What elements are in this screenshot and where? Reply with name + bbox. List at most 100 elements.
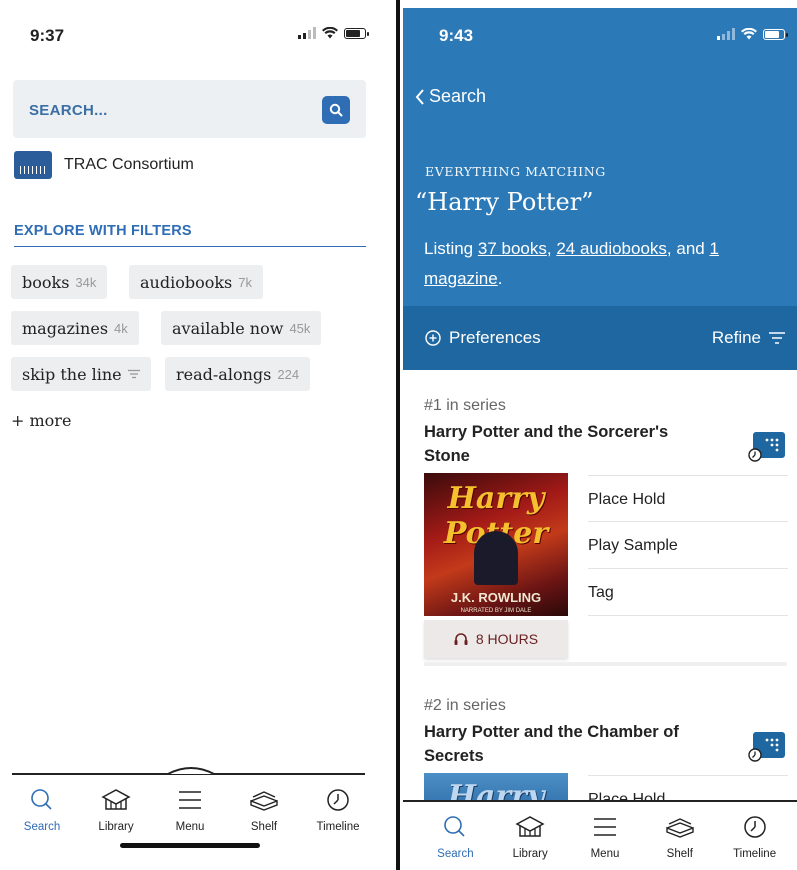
chip-count: 45k (289, 320, 311, 336)
clock-icon (327, 789, 349, 811)
preferences-label: Preferences (449, 328, 541, 347)
library-icon (515, 816, 545, 837)
status-time: 9:43 (439, 26, 474, 45)
home-indicator (120, 843, 260, 848)
tab-timeline[interactable]: Timeline (303, 775, 373, 855)
screen-divider (395, 0, 403, 870)
results-eyebrow: EVERYTHING MATCHING (425, 164, 606, 179)
tab-label: Search (23, 821, 61, 833)
filter-icon (769, 332, 785, 344)
filter-chip-magazines[interactable]: magazines 4k (11, 311, 139, 345)
shelf-icon (250, 791, 278, 811)
menu-icon (179, 791, 201, 809)
status-time: 9:37 (30, 26, 65, 45)
filter-chip-available-now[interactable]: available now 45k (161, 311, 322, 345)
search-input[interactable]: SEARCH... (13, 80, 366, 138)
tab-label: Menu (590, 848, 620, 860)
battery-icon (763, 28, 788, 40)
tag-button[interactable]: Tag (588, 569, 788, 616)
filter-chip-books[interactable]: books 34k (11, 265, 108, 299)
cover-narrator: NARRATED BY JIM DALE (460, 608, 532, 614)
plus-circle-icon (425, 330, 441, 346)
book-cover[interactable]: Harry Potter J.K. ROWLING NARRATED BY JI… (424, 473, 568, 616)
filter-chip-read-alongs[interactable]: read-alongs 224 (165, 357, 311, 391)
summary-text: . (497, 269, 503, 288)
books-count-link[interactable]: 37 books (478, 239, 547, 258)
chip-count: 224 (277, 366, 300, 382)
refine-label: Refine (711, 328, 761, 347)
chevron-left-icon (415, 88, 424, 105)
tab-label: Menu (175, 821, 205, 833)
chip-count: 7k (238, 274, 252, 290)
tab-label: Shelf (250, 821, 278, 833)
series-number: #1 in series (424, 397, 506, 414)
filter-chip-skip-the-line[interactable]: skip the line (11, 357, 151, 391)
library-icon (101, 789, 131, 810)
summary-text: Listing (424, 239, 478, 258)
filters-heading: EXPLORE WITH FILTERS (14, 223, 366, 247)
filter-icon (127, 369, 140, 379)
shelf-icon (666, 818, 694, 838)
summary-text: , (546, 239, 557, 258)
audiobook-format-icon (748, 732, 785, 762)
refine-button[interactable]: Refine (712, 328, 785, 348)
tab-bar: Search Library Menu Shelf Timeline (418, 802, 792, 870)
library-selector[interactable]: TRAC Consortium (14, 151, 194, 179)
tab-menu[interactable]: Menu (570, 802, 640, 870)
tab-search[interactable]: Search (7, 775, 77, 855)
preferences-button[interactable]: Preferences (425, 328, 541, 348)
system-icons (298, 27, 369, 39)
magnifier-icon (444, 816, 465, 837)
wifi-icon (741, 28, 757, 40)
clock-icon (743, 816, 766, 838)
title-link[interactable]: Harry Potter and the Chamber of Secrets (424, 720, 704, 768)
filter-chip-audiobooks[interactable]: audiobooks 7k (129, 265, 263, 299)
cover-author: J.K. ROWLING (450, 590, 542, 605)
chip-label: books (22, 272, 70, 292)
audiobook-format-icon (748, 432, 785, 462)
summary-text: , and (666, 239, 710, 258)
magnifier-icon (31, 789, 52, 810)
back-button[interactable]: Search (415, 86, 486, 107)
more-filters-link[interactable]: + more (11, 411, 71, 430)
preferences-bar: Preferences Refine (403, 306, 797, 370)
search-placeholder: SEARCH... (29, 102, 108, 119)
tab-label: Shelf (666, 848, 693, 860)
chip-label: magazines (22, 318, 109, 338)
wifi-icon (322, 27, 338, 39)
signal-icon (298, 27, 316, 39)
tabbar-notch (168, 767, 214, 775)
duration-text: 8 HOURS (475, 631, 539, 647)
duration-badge: 8 HOURS (424, 620, 568, 658)
tab-shelf[interactable]: Shelf (645, 802, 715, 870)
tab-search[interactable]: Search (420, 802, 490, 870)
audiobooks-count-link[interactable]: 24 audiobooks (556, 239, 667, 258)
cover-illustration (474, 531, 518, 585)
tab-label: Timeline (733, 848, 777, 860)
place-hold-button[interactable]: Place Hold (588, 475, 788, 522)
title-link[interactable]: Harry Potter and the Sorcerer's Stone (424, 420, 704, 468)
chip-label: audiobooks (140, 272, 233, 292)
search-button[interactable] (322, 96, 350, 124)
chip-label: available now (172, 318, 284, 338)
signal-icon (717, 28, 735, 40)
search-results-header: 9:43 Search EVERYTHING MATCHING “Harry P… (403, 8, 797, 370)
chip-count: 34k (75, 274, 97, 290)
chip-count: 4k (114, 320, 128, 336)
tab-label: Library (98, 821, 134, 833)
headphones-icon (454, 633, 468, 645)
menu-icon (593, 818, 616, 836)
battery-icon (344, 27, 369, 39)
back-label: Search (429, 86, 487, 106)
tab-label: Search (437, 848, 474, 860)
search-icon (329, 103, 343, 117)
library-name: TRAC Consortium (64, 156, 194, 173)
status-bar: 9:37 (0, 0, 395, 70)
system-icons (717, 28, 788, 40)
tab-timeline[interactable]: Timeline (720, 802, 790, 870)
item-separator (424, 662, 787, 666)
chip-label: skip the line (22, 364, 122, 384)
tab-library[interactable]: Library (495, 802, 565, 870)
play-sample-button[interactable]: Play Sample (588, 522, 788, 569)
left-screen: 9:37 SEARCH... TRAC Consortium EXPLORE W… (0, 0, 395, 870)
